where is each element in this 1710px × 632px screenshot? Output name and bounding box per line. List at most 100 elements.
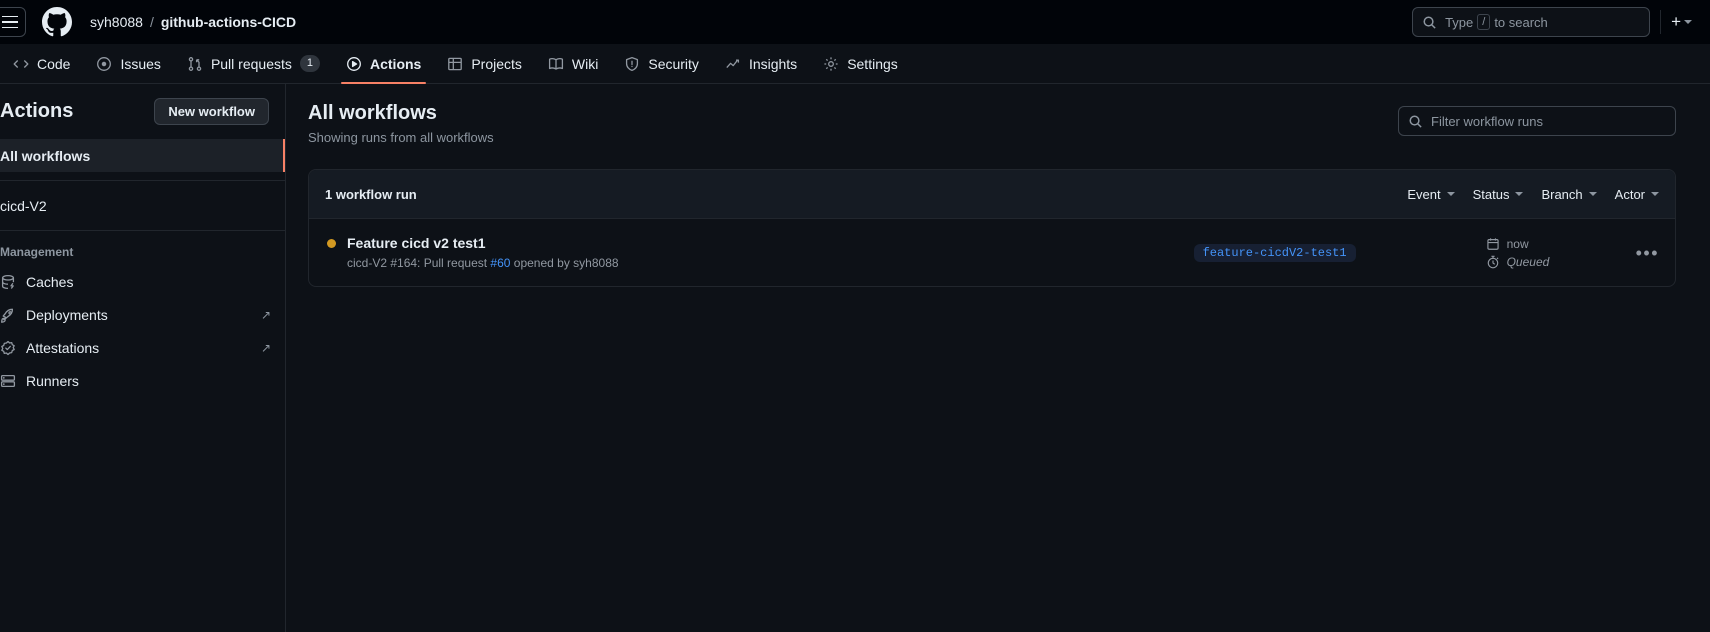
repo-nav-item-label: Code bbox=[37, 55, 71, 72]
book-icon bbox=[548, 56, 564, 72]
rocket-icon bbox=[0, 307, 16, 323]
run-title[interactable]: Feature cicd v2 test1 bbox=[347, 235, 486, 251]
repo-nav-item-label: Projects bbox=[471, 55, 522, 72]
repo-nav-item-wiki[interactable]: Wiki bbox=[535, 44, 611, 83]
run-filter-label: Actor bbox=[1614, 186, 1645, 202]
external-link-icon: ↗ bbox=[260, 340, 271, 355]
calendar-icon bbox=[1486, 237, 1500, 251]
run-branch-badge[interactable]: feature-cicdV2-test1 bbox=[1193, 243, 1356, 262]
search-placeholder: Type / to search bbox=[1445, 14, 1548, 30]
sidebar-item-workflow-cicd-v2[interactable]: cicd-V2 bbox=[0, 189, 285, 222]
page-title: All workflows bbox=[308, 102, 437, 124]
repo-nav-item-label: Settings bbox=[847, 55, 898, 72]
run-title-line: Feature cicd v2 test1 bbox=[327, 235, 619, 251]
workflow-runs-card: 1 workflow run Event Status Branch Actor Fe… bbox=[308, 169, 1676, 287]
run-options-menu-button[interactable]: ••• bbox=[1636, 244, 1659, 262]
repo-nav-item-label: Pull requests bbox=[210, 55, 292, 72]
breadcrumb-separator: / bbox=[149, 14, 154, 30]
sidebar-divider bbox=[0, 180, 285, 181]
chevron-down-icon bbox=[1651, 192, 1659, 196]
chevron-down-icon bbox=[1684, 20, 1692, 24]
filter-placeholder: Filter workflow runs bbox=[1431, 113, 1543, 129]
sidebar-item-all-workflows[interactable]: All workflows bbox=[0, 139, 285, 172]
status-badge bbox=[327, 238, 336, 248]
workflow-run-list: Feature cicd v2 test1 cicd-V2 #164: Pull … bbox=[309, 219, 1675, 286]
play-icon bbox=[346, 56, 362, 72]
plus-icon: + bbox=[1671, 12, 1681, 31]
breadcrumb-repo[interactable]: github-actions-CICD bbox=[161, 14, 296, 30]
sidebar-group-management: Management bbox=[0, 245, 74, 259]
global-search-input[interactable]: Type / to search bbox=[1412, 7, 1651, 37]
global-header: syh8088 / github-actions-CICD Type / to … bbox=[0, 0, 1710, 44]
sidebar-item-attestations[interactable]: Attestations ↗ bbox=[0, 331, 285, 364]
run-filter-actor[interactable]: Actor bbox=[1615, 187, 1659, 202]
repo-nav-item-label: Security bbox=[648, 55, 699, 72]
sidebar-item-label: Attestations bbox=[26, 339, 100, 356]
header-actions: Type / to search + bbox=[1412, 7, 1692, 37]
run-time: now bbox=[1486, 237, 1606, 251]
repo-nav: Code Issues Pull requests 1 Actions Projects W… bbox=[0, 44, 1710, 84]
page-body: Actions New workflow All workflows cicd-… bbox=[0, 84, 1710, 632]
graph-icon bbox=[725, 56, 741, 72]
run-filter-event[interactable]: Event bbox=[1407, 186, 1455, 202]
run-filter-branch[interactable]: Branch bbox=[1541, 187, 1597, 202]
hamburger-icon[interactable] bbox=[0, 7, 26, 37]
slash-key-hint: / bbox=[1477, 14, 1491, 30]
run-subtitle-prefix: cicd-V2 #164: Pull request bbox=[347, 256, 491, 270]
sidebar-item-runners[interactable]: Runners bbox=[0, 364, 285, 397]
external-link-icon: ↗ bbox=[260, 307, 271, 322]
workflow-runs-toolbar: 1 workflow run Event Status Branch Actor bbox=[309, 170, 1675, 219]
workflow-runs-count: 1 workflow run bbox=[325, 186, 417, 202]
sidebar-item-deployments[interactable]: Deployments ↗ bbox=[0, 298, 285, 331]
repo-nav-item-code[interactable]: Code bbox=[0, 44, 83, 83]
run-duration-label: Queued bbox=[1506, 254, 1550, 269]
repo-nav-item-insights[interactable]: Insights bbox=[712, 44, 810, 83]
run-info: Feature cicd v2 test1 cicd-V2 #164: Pull … bbox=[327, 235, 619, 270]
repo-nav-item-projects[interactable]: Projects bbox=[434, 44, 535, 83]
page-subtitle: Showing runs from all workflows bbox=[308, 130, 494, 145]
sidebar-item-label: All workflows bbox=[0, 147, 91, 164]
breadcrumb: syh8088 / github-actions-CICD bbox=[90, 14, 296, 30]
sidebar-divider bbox=[0, 230, 285, 231]
sidebar-item-label: Deployments bbox=[26, 306, 108, 323]
github-logo-icon[interactable] bbox=[42, 7, 72, 37]
main-content: All workflows Showing runs from all work… bbox=[286, 84, 1710, 632]
repo-nav-item-count: 1 bbox=[299, 55, 320, 72]
new-workflow-button[interactable]: New workflow bbox=[154, 98, 269, 125]
breadcrumb-owner[interactable]: syh8088 bbox=[90, 14, 143, 30]
git-pull-request-icon bbox=[187, 56, 203, 72]
repo-nav-item-label: Wiki bbox=[571, 55, 599, 72]
chevron-down-icon bbox=[1588, 192, 1597, 196]
chevron-down-icon bbox=[1515, 192, 1524, 196]
server-icon bbox=[0, 373, 16, 389]
repo-nav-item-actions[interactable]: Actions bbox=[333, 44, 434, 84]
search-icon bbox=[1408, 114, 1423, 129]
main-title-block: All workflows Showing runs from all work… bbox=[308, 102, 494, 145]
repo-nav-item-security[interactable]: Security bbox=[611, 44, 712, 83]
run-filter-group: Event Status Branch Actor bbox=[1407, 187, 1659, 202]
issue-opened-icon bbox=[96, 56, 112, 72]
main-header: All workflows Showing runs from all work… bbox=[308, 102, 1676, 145]
run-time-label: now bbox=[1506, 236, 1529, 251]
run-filter-status[interactable]: Status bbox=[1473, 187, 1524, 202]
actions-sidebar: Actions New workflow All workflows cicd-… bbox=[0, 84, 286, 632]
repo-nav-item-pull-requests[interactable]: Pull requests 1 bbox=[174, 44, 333, 83]
filter-workflow-runs-input[interactable]: Filter workflow runs bbox=[1398, 106, 1676, 136]
run-pull-request-link[interactable]: #60 bbox=[490, 256, 510, 270]
run-meta: now Queued bbox=[1486, 237, 1606, 269]
repo-nav-item-issues[interactable]: Issues bbox=[83, 44, 173, 83]
table-icon bbox=[447, 56, 463, 72]
run-filter-label: Event bbox=[1407, 186, 1441, 202]
sidebar-item-caches[interactable]: Caches bbox=[0, 265, 285, 298]
run-subtitle: cicd-V2 #164: Pull request #60 opened by… bbox=[327, 256, 619, 270]
sidebar-header: Actions New workflow bbox=[0, 98, 285, 125]
repo-nav-item-settings[interactable]: Settings bbox=[810, 44, 911, 83]
chevron-down-icon bbox=[1446, 192, 1455, 196]
run-subtitle-suffix: opened by syh8088 bbox=[510, 256, 619, 270]
workflow-run-row[interactable]: Feature cicd v2 test1 cicd-V2 #164: Pull … bbox=[309, 219, 1675, 286]
search-icon bbox=[1422, 15, 1437, 30]
run-duration: Queued bbox=[1486, 255, 1606, 269]
create-new-button[interactable]: + bbox=[1671, 12, 1692, 32]
header-divider bbox=[1660, 10, 1662, 34]
shield-icon bbox=[624, 56, 640, 72]
